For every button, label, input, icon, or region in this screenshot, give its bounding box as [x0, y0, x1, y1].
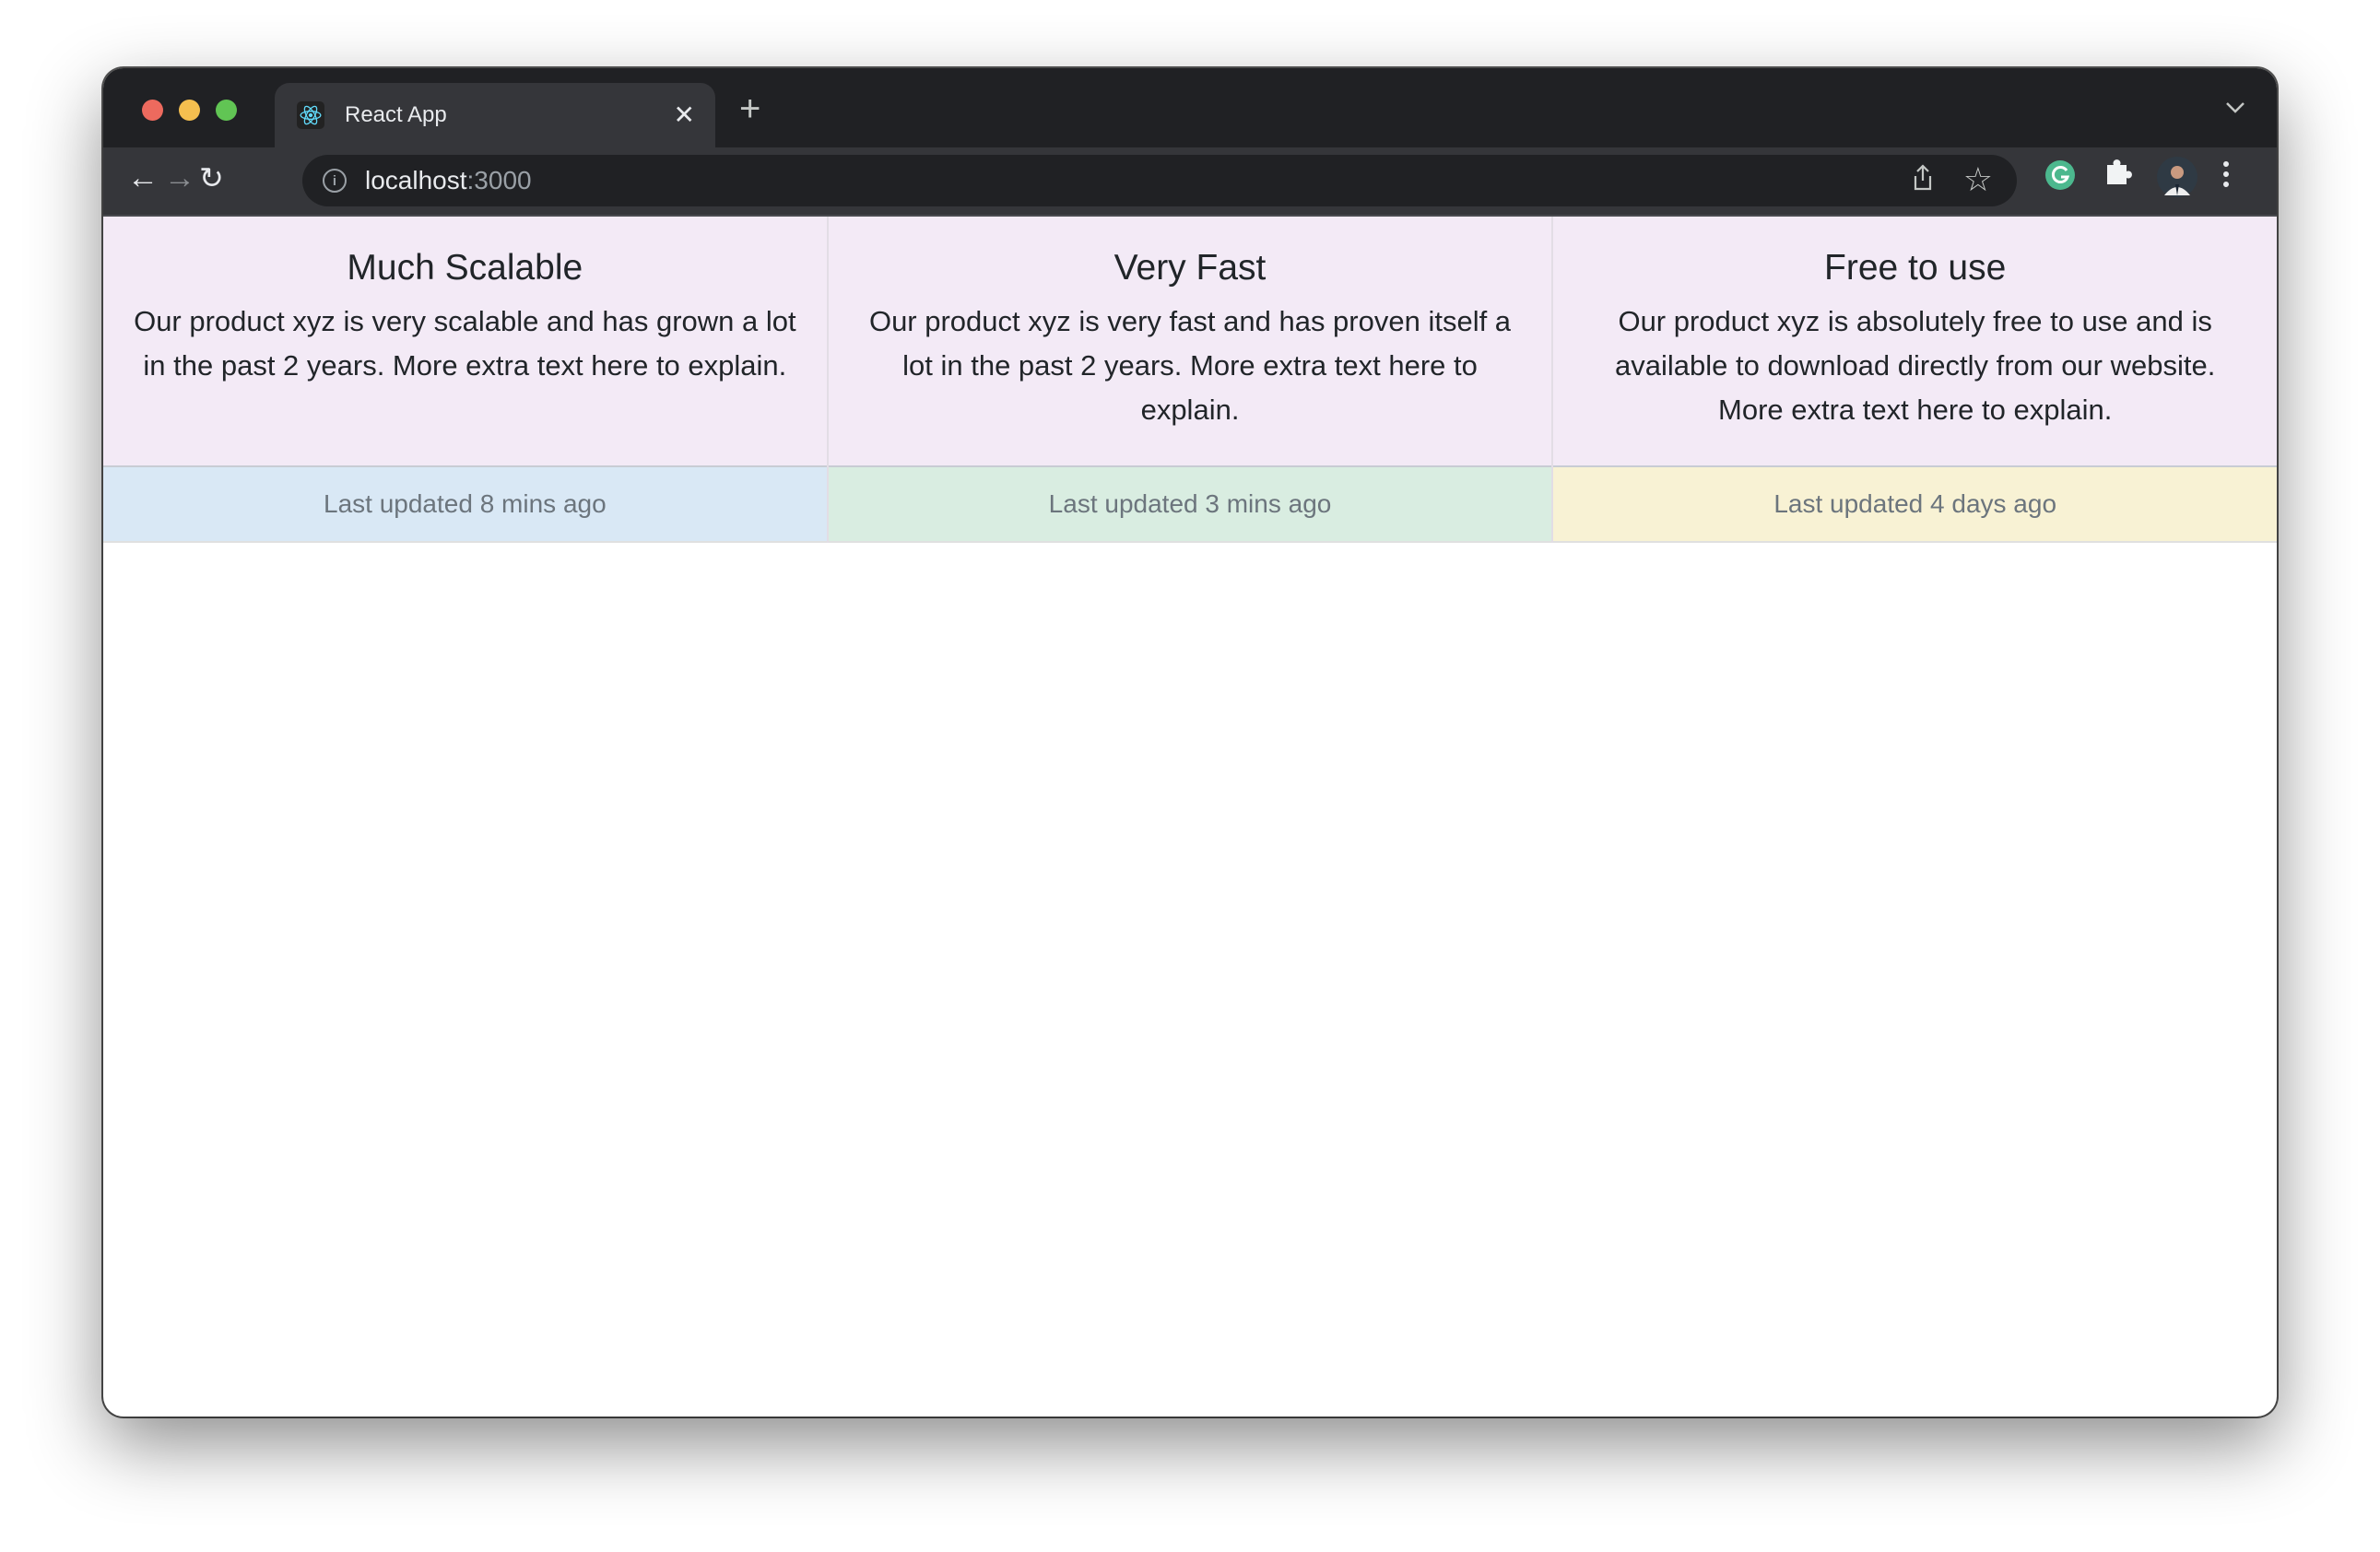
react-logo-icon	[297, 101, 324, 129]
card-much-scalable: Much Scalable Our product xyz is very sc…	[103, 217, 829, 543]
card-free-to-use: Free to use Our product xyz is absolutel…	[1553, 217, 2277, 543]
forward-icon[interactable]: →	[164, 160, 195, 196]
info-icon[interactable]: i	[323, 169, 347, 193]
back-icon[interactable]: ←	[127, 160, 159, 196]
card-footer: Last updated 4 days ago	[1553, 467, 2277, 543]
card-text: Our product xyz is very scalable and has…	[134, 305, 796, 382]
card-text: Our product xyz is very fast and has pro…	[868, 305, 1512, 426]
card-body: Free to use Our product xyz is absolutel…	[1553, 217, 2277, 467]
share-icon[interactable]	[1912, 164, 1934, 199]
card-text: Our product xyz is absolutely free to us…	[1615, 305, 2216, 426]
url-port: :3000	[466, 166, 532, 194]
menu-icon[interactable]	[2221, 159, 2231, 194]
card-title: Free to use	[1824, 248, 2007, 288]
maximize-window-button[interactable]	[216, 100, 237, 121]
close-window-button[interactable]	[142, 100, 163, 121]
url-text: localhost:3000	[365, 166, 532, 195]
window-controls	[142, 100, 237, 121]
card-title: Much Scalable	[347, 248, 583, 288]
card-body: Much Scalable Our product xyz is very sc…	[103, 217, 827, 467]
browser-window: React App ✕ + ← → ↻ i localhost:3000 ☆ M…	[103, 68, 2277, 1417]
card-footer: Last updated 3 mins ago	[828, 467, 1552, 543]
tab-react-app[interactable]: React App ✕	[275, 83, 715, 147]
reload-icon[interactable]: ↻	[199, 160, 224, 195]
card-body: Very Fast Our product xyz is very fast a…	[828, 217, 1552, 467]
card-very-fast: Very Fast Our product xyz is very fast a…	[828, 217, 1554, 543]
close-icon[interactable]: ✕	[674, 100, 695, 130]
chevron-down-icon[interactable]	[2225, 92, 2245, 121]
tab-title: React App	[345, 102, 447, 127]
card-footer: Last updated 8 mins ago	[103, 467, 827, 543]
extensions-icon[interactable]	[2103, 157, 2133, 194]
plus-icon[interactable]: +	[739, 88, 760, 130]
address-bar[interactable]: i localhost:3000 ☆	[302, 155, 2017, 206]
tab-bar: React App ✕ +	[103, 68, 2277, 147]
card-title: Very Fast	[1113, 248, 1267, 288]
star-icon[interactable]: ☆	[1963, 160, 1993, 199]
grammarly-icon[interactable]	[2044, 159, 2076, 195]
card-group: Much Scalable Our product xyz is very sc…	[103, 217, 2277, 543]
avatar[interactable]	[2157, 157, 2197, 202]
minimize-window-button[interactable]	[179, 100, 200, 121]
toolbar: ← → ↻ i localhost:3000 ☆	[103, 147, 2277, 217]
url-host: localhost	[365, 166, 467, 194]
